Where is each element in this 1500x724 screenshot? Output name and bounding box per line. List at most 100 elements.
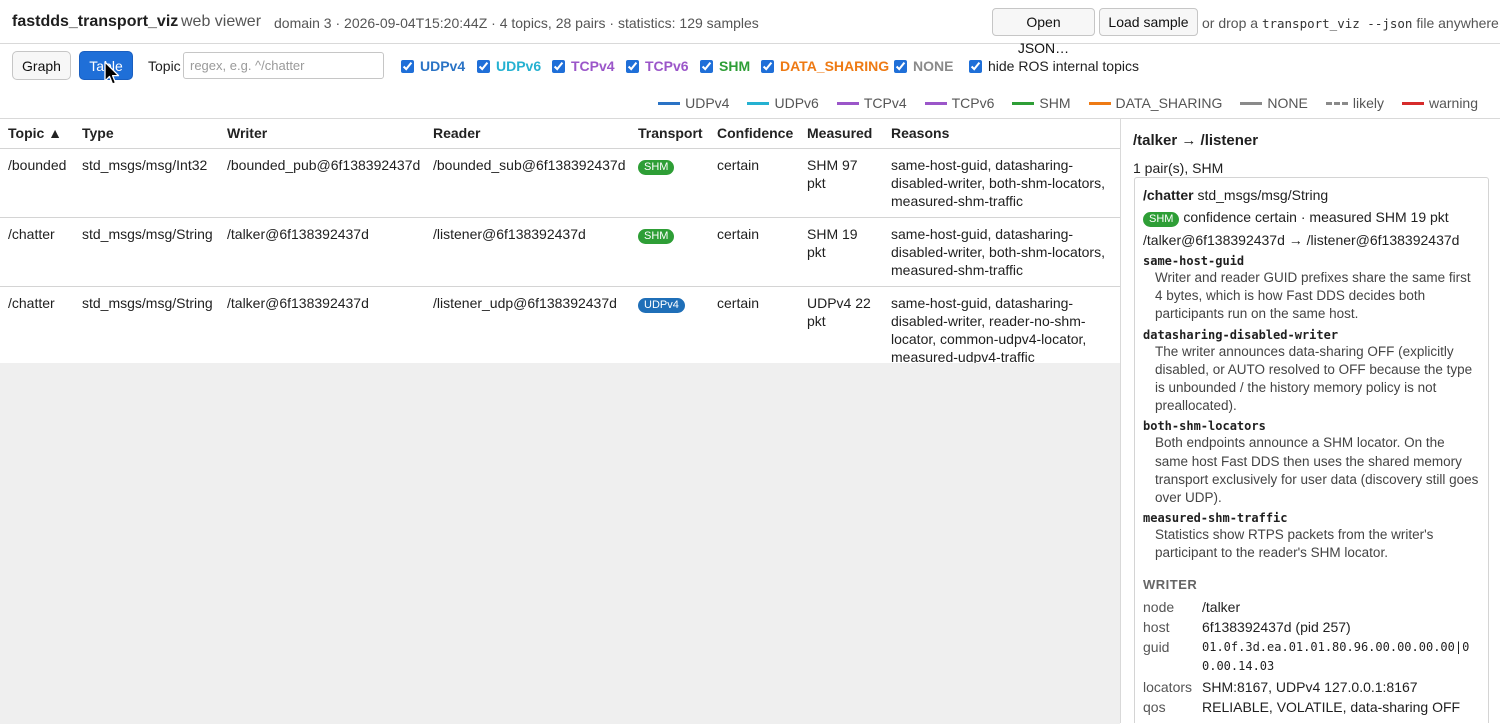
- filter-data-sharing[interactable]: DATA_SHARING: [761, 58, 889, 74]
- filter-udpv6[interactable]: UDPv6: [477, 58, 541, 74]
- legend-label: UDPv6: [774, 95, 819, 111]
- detail-pair-count: 1 pair(s), SHM: [1133, 160, 1224, 176]
- reason-description: Writer and reader GUID prefixes share th…: [1155, 270, 1471, 322]
- topic-filter-input[interactable]: [183, 52, 384, 79]
- reason-description: The writer announces data-sharing OFF (e…: [1155, 343, 1473, 414]
- field-key: node: [1143, 598, 1175, 615]
- legend-item: TCPv4: [836, 95, 907, 111]
- cell-reader: /bounded_sub@6f138392437d: [425, 148, 630, 218]
- field-key: host: [1143, 618, 1170, 635]
- cell-type: std_msgs/msg/String: [74, 217, 219, 287]
- cell-type: std_msgs/msg/String: [74, 286, 219, 374]
- filter-label: DATA_SHARING: [780, 58, 890, 74]
- pairs-table: Topic ▲ Type Writer Reader Transport Confiden…: [0, 119, 1120, 374]
- table-row[interactable]: /chatter std_msgs/msg/String/talker@6f138…: [0, 217, 1120, 287]
- table-pane: Topic ▲ Type Writer Reader Transport Confiden…: [0, 118, 1120, 724]
- field-value: /talker: [1202, 598, 1241, 615]
- table-row[interactable]: /bounded std_msgs/msg/Int32/bounded_pub@6…: [0, 148, 1120, 218]
- writer-field-qos: qos RELIABLE, VOLATILE, data-sharing OFF: [1143, 698, 1480, 716]
- reason-key: measured-shm-traffic: [1143, 511, 1288, 526]
- writer-field-guid: guid 01.0f.3d.ea.01.01.80.96.00.00.00.00|…: [1143, 638, 1480, 676]
- field-value: 6f138392437d (pid 257): [1202, 618, 1351, 635]
- filter-checkbox[interactable]: [477, 59, 490, 73]
- legend-item: warning: [1401, 95, 1478, 111]
- graph-view-button[interactable]: Graph: [12, 51, 71, 80]
- legend-label: DATA_SHARING: [1115, 95, 1223, 111]
- pair-topic: /chatter: [1143, 187, 1194, 203]
- field-key: guid: [1143, 638, 1170, 655]
- reason-key: datasharing-disabled-writer: [1143, 327, 1339, 342]
- filter-shm[interactable]: SHM: [700, 58, 750, 74]
- topic-filter-label: Topic: [148, 58, 181, 74]
- filter-label: UDPv6: [496, 58, 542, 74]
- app-title: fastdds_transport_viz: [12, 13, 179, 30]
- writer-field-host: host 6f138392437d (pid 257): [1143, 618, 1480, 636]
- column-header-topic[interactable]: Topic ▲: [0, 119, 74, 149]
- table-view-button[interactable]: Table: [79, 51, 133, 80]
- drop-hint-prefix: or drop a: [1202, 15, 1259, 31]
- legend-line-icon: [658, 101, 681, 105]
- field-value: RELIABLE, VOLATILE, data-sharing OFF: [1202, 698, 1461, 715]
- column-header-transport[interactable]: Transport: [630, 119, 709, 149]
- column-header-reader[interactable]: Reader: [425, 119, 630, 149]
- drop-hint-code: transport_viz --json: [1261, 16, 1413, 31]
- legend-item: likely: [1325, 95, 1384, 111]
- writer-field-locators: locators SHM:8167, UDPv4 127.0.0.1:8167: [1143, 678, 1480, 696]
- writer-heading: WRITER: [1143, 576, 1198, 592]
- cell-reasons: same-host-guid, datasharing-disabled-wri…: [883, 148, 1120, 218]
- transport-badge: SHM: [638, 159, 675, 175]
- legend-line-icon: [747, 101, 770, 105]
- filter-label: NONE: [913, 58, 954, 74]
- table-empty-area: [0, 363, 1120, 724]
- pair-endpoints: /talker@6f138392437d → /listener@6f13839…: [1143, 232, 1460, 248]
- reason-list: same-host-guid Writer and reader GUID pre…: [1143, 253, 1480, 563]
- legend-line-icon: [836, 101, 859, 105]
- table-header-row: Topic ▲ Type Writer Reader Transport Confiden…: [0, 119, 1120, 149]
- filter-label: TCPv6: [645, 58, 689, 74]
- cell-reader: /listener@6f138392437d: [425, 217, 630, 287]
- hide-ros-internal-label: hide ROS internal topics: [988, 58, 1139, 74]
- legend-label: SHM: [1039, 95, 1071, 111]
- filter-checkbox[interactable]: [626, 59, 639, 73]
- filter-tcpv6[interactable]: TCPv6: [626, 58, 689, 74]
- filter-checkbox[interactable]: [894, 59, 907, 73]
- filter-checkbox[interactable]: [700, 59, 713, 73]
- transport-badge: SHM: [638, 228, 675, 244]
- legend-item: UDPv6: [747, 95, 819, 111]
- cell-type: std_msgs/msg/Int32: [74, 148, 219, 218]
- legend-line-icon: [1325, 101, 1348, 105]
- field-key: qos: [1143, 698, 1166, 715]
- cell-confidence: certain: [709, 148, 799, 218]
- cell-reasons: same-host-guid, datasharing-disabled-wri…: [883, 217, 1120, 287]
- load-sample-button[interactable]: Load sample: [1099, 8, 1198, 36]
- filter-tcpv4[interactable]: TCPv4: [552, 58, 615, 74]
- transport-badge: UDPv4: [638, 297, 685, 313]
- column-header-writer[interactable]: Writer: [219, 119, 425, 149]
- open-json-button[interactable]: Open JSON…: [992, 8, 1095, 56]
- filter-udpv4[interactable]: UDPv4: [401, 58, 465, 74]
- column-header-type[interactable]: Type: [74, 119, 219, 149]
- legend-line-icon: [1401, 101, 1424, 105]
- column-header-reasons[interactable]: Reasons: [883, 119, 1120, 149]
- filter-checkbox[interactable]: [552, 59, 565, 73]
- cell-writer: /talker@6f138392437d: [219, 217, 425, 287]
- legend-label: TCPv4: [863, 95, 907, 111]
- writer-details: node/talker host 6f138392437d (pid 257) gui…: [1143, 598, 1480, 716]
- filter-checkbox[interactable]: [761, 59, 774, 73]
- table-row[interactable]: /chatter std_msgs/msg/String/talker@6f138…: [0, 286, 1120, 374]
- writer-field-node: node/talker: [1143, 598, 1480, 616]
- reason-key: same-host-guid: [1143, 254, 1245, 268]
- filter-none[interactable]: NONE: [894, 58, 953, 74]
- cell-transport: SHM: [630, 148, 709, 218]
- hide-ros-internal-toggle[interactable]: hide ROS internal topics: [969, 58, 1139, 74]
- cell-topic: /chatter: [0, 217, 74, 287]
- cell-measured: SHM 97 pkt: [799, 148, 883, 218]
- filter-label: SHM: [719, 58, 751, 74]
- column-header-confidence[interactable]: Confidence: [709, 119, 799, 149]
- cell-reasons: same-host-guid, datasharing-disabled-wri…: [883, 286, 1120, 374]
- column-header-measured[interactable]: Measured: [799, 119, 883, 149]
- pair-type: std_msgs/msg/String: [1197, 187, 1329, 203]
- filter-checkbox[interactable]: [401, 59, 414, 73]
- hide-ros-internal-checkbox[interactable]: [969, 59, 982, 73]
- detail-pane: /talker → /listener 1 pair(s), SHM /chat…: [1120, 118, 1500, 723]
